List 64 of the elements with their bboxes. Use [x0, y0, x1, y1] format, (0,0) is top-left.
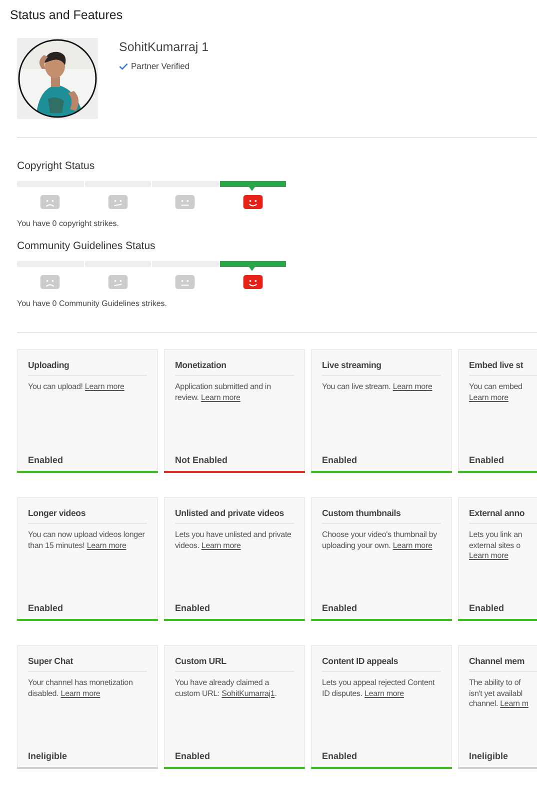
- feature-title: Super Chat: [28, 656, 147, 672]
- feature-status: Not Enabled: [175, 455, 229, 465]
- feature-title: Uploading: [28, 360, 147, 376]
- feature-status: Enabled: [322, 603, 358, 613]
- feature-title: Content ID appeals: [322, 656, 441, 672]
- check-icon: [119, 62, 128, 70]
- section-title: Copyright Status: [17, 160, 96, 173]
- feature-description: You can live stream. Learn more: [322, 382, 434, 392]
- feature-title: Custom thumbnails: [322, 508, 441, 524]
- feature-status: Enabled: [469, 455, 506, 465]
- strike-note: You have 0 Community Guidelines strikes.: [17, 299, 168, 308]
- smiley-face-icon: [242, 275, 263, 289]
- feature-status: Enabled: [28, 603, 64, 613]
- learn-more-link[interactable]: Learn more: [60, 688, 100, 698]
- feature-status: Ineligible: [469, 751, 510, 761]
- feature-title: External anno: [469, 508, 537, 524]
- feature-title: Embed live st: [469, 360, 537, 376]
- feature-title: Unlisted and private videos: [175, 508, 294, 524]
- feature-description: The ability to of isn't yet availabl channel. Learn m: [469, 678, 530, 710]
- learn-more-link[interactable]: Learn more: [86, 540, 126, 550]
- wry-face-icon: [108, 195, 128, 209]
- page-title: Status and Features: [10, 8, 124, 24]
- feature-description: Choose your video's thumbnail by uploading your own. Learn more: [322, 530, 438, 551]
- feature-title: Custom URL: [175, 656, 294, 672]
- feature-status: Enabled: [175, 751, 212, 761]
- partner-status-label: Partner Verified: [131, 61, 190, 71]
- learn-more-link[interactable]: SohitKumarraj1: [222, 688, 275, 698]
- feature-description: Lets you link an external sites o Learn more: [469, 530, 524, 562]
- feature-description: Your channel has monetization disabled. Learn more: [28, 678, 134, 699]
- sad-face-icon: [40, 195, 60, 209]
- channel-name: SohitKumarraj 1: [119, 40, 209, 54]
- strike-note: You have 0 copyright strikes.: [17, 219, 120, 228]
- wry-face-icon: [108, 275, 128, 289]
- smiley-face-icon: [242, 195, 263, 209]
- learn-more-link[interactable]: Learn more: [392, 540, 432, 550]
- learn-more-link[interactable]: Learn more: [200, 392, 240, 402]
- feature-status: Enabled: [175, 603, 212, 613]
- learn-more-link[interactable]: Learn more: [469, 392, 508, 402]
- feature-status: Enabled: [322, 455, 358, 465]
- learn-more-link[interactable]: Learn more: [364, 688, 404, 698]
- feature-status: Ineligible: [28, 751, 68, 761]
- learn-more-link[interactable]: Learn m: [500, 699, 528, 708]
- feature-description: Lets you have unlisted and private videos. Learn more: [175, 530, 292, 551]
- learn-more-link[interactable]: Learn more: [392, 382, 432, 391]
- feature-status: Enabled: [469, 603, 506, 613]
- learn-more-link[interactable]: Learn more: [201, 540, 241, 550]
- neutral-face-icon: [175, 195, 196, 209]
- feature-description: Application submitted and in review. Learn more: [175, 382, 272, 403]
- feature-title: Channel mem: [469, 656, 537, 672]
- feature-description: Lets you appeal rejected Content ID disputes. Learn more: [322, 678, 436, 699]
- section-title: Community Guidelines Status: [17, 240, 156, 253]
- neutral-face-icon: [175, 275, 196, 289]
- learn-more-link[interactable]: Learn more: [469, 551, 508, 560]
- feature-title: Live streaming: [322, 360, 441, 376]
- feature-description: You have already claimed a custom URL: SohitKumarraj1.: [175, 678, 278, 699]
- feature-description: You can now upload videos longer than 15 minutes! Learn more: [28, 530, 146, 551]
- learn-more-link[interactable]: Learn more: [84, 382, 124, 391]
- feature-status: Enabled: [322, 751, 358, 761]
- feature-title: Monetization: [175, 360, 294, 376]
- feature-description: You can embed Learn more: [469, 382, 524, 403]
- sad-face-icon: [40, 275, 60, 289]
- feature-title: Longer videos: [28, 508, 147, 524]
- feature-status: Enabled: [28, 455, 64, 465]
- feature-description: You can upload! Learn more: [28, 382, 126, 392]
